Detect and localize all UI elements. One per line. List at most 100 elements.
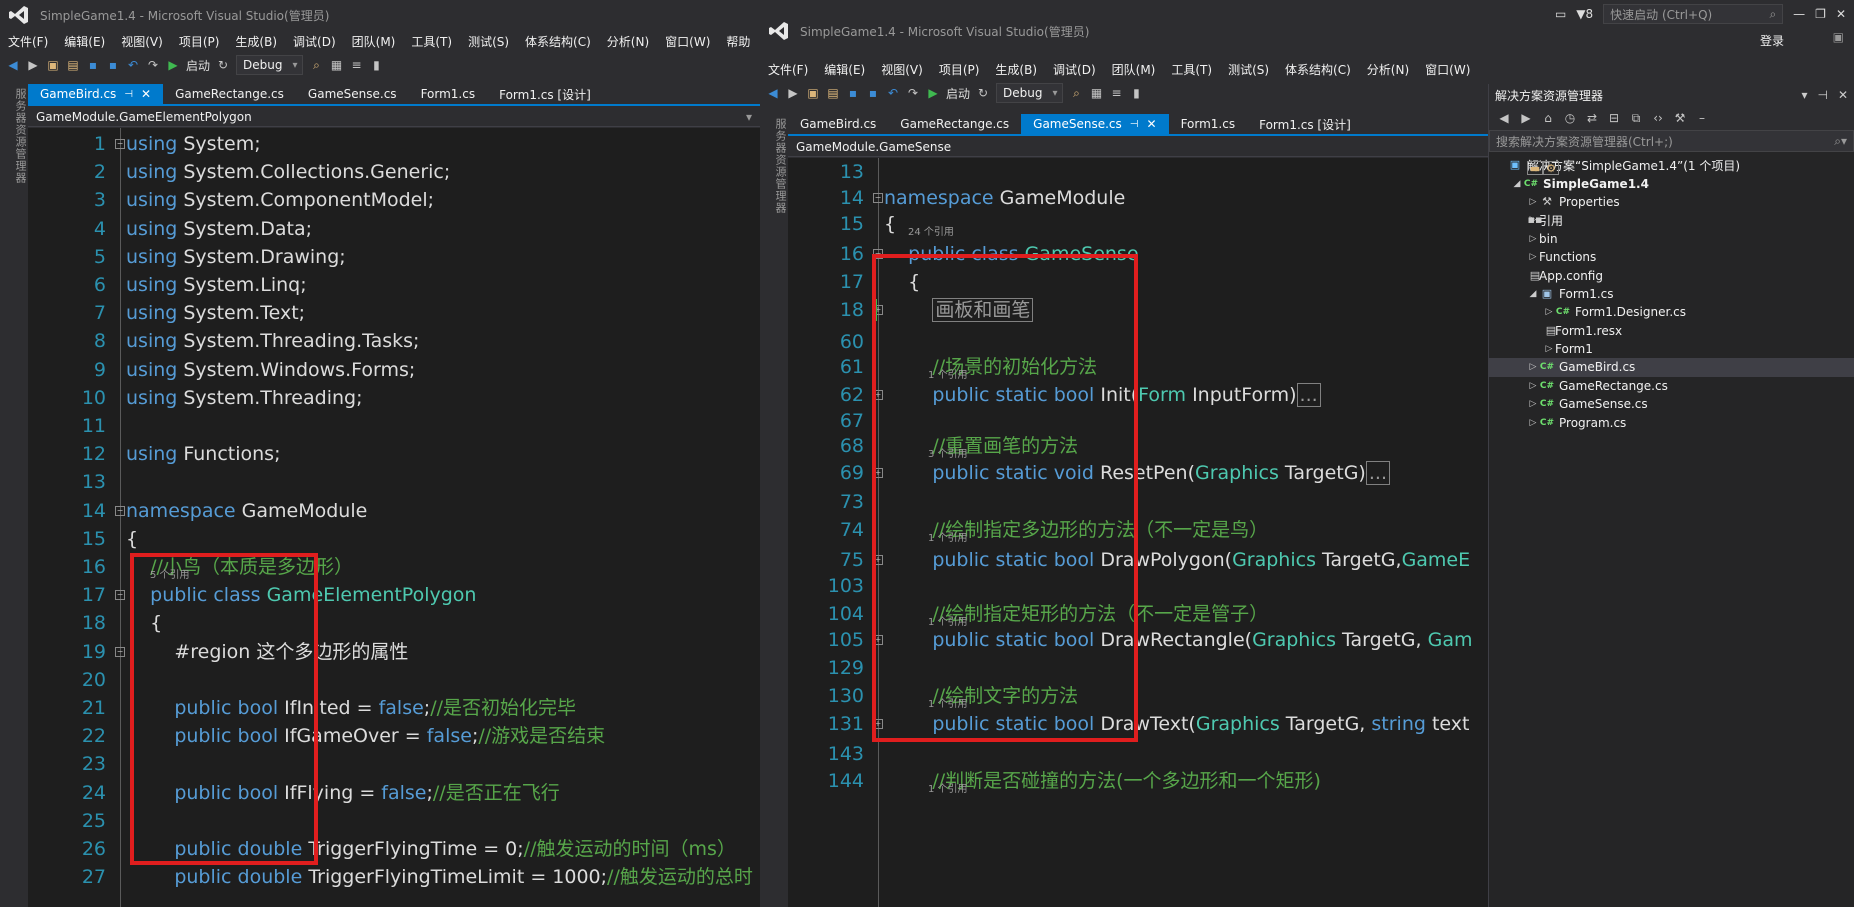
- show-all-files-icon[interactable]: ⧉: [1629, 111, 1643, 125]
- navigation-bar[interactable]: GameModule.GameSense: [788, 137, 1488, 157]
- tree-node[interactable]: ▷ C# GameRectange.cs: [1489, 377, 1854, 395]
- collapse-icon[interactable]: −: [115, 590, 125, 601]
- menu-item[interactable]: 测试(S): [460, 33, 517, 50]
- menu-item[interactable]: 工具(T): [1163, 61, 1220, 78]
- layout-icon[interactable]: ▦: [329, 58, 343, 72]
- start-icon[interactable]: ▶: [166, 58, 180, 72]
- properties-icon[interactable]: ⚒: [1673, 111, 1687, 125]
- expand-arrow-icon[interactable]: ▷: [1527, 234, 1539, 244]
- tree-node[interactable]: ▷ ⚙ Form1: [1489, 161, 1854, 358]
- tree-node[interactable]: ▷ ⚒ Properties: [1489, 193, 1854, 211]
- tab-form1-cs-[interactable]: Form1.cs [设计]: [1247, 114, 1363, 134]
- expand-arrow-icon[interactable]: ◢: [1511, 179, 1523, 189]
- save-all-icon[interactable]: ▪: [866, 86, 880, 100]
- solution-config-dropdown[interactable]: Debug: [236, 55, 304, 75]
- start-button[interactable]: 启动: [946, 85, 970, 102]
- back-icon[interactable]: ◀: [6, 58, 20, 72]
- minimize-icon[interactable]: —: [1793, 7, 1805, 21]
- menu-item[interactable]: 生成(B): [227, 33, 285, 50]
- tab-gamesense-cs[interactable]: GameSense.cs ⊣ ✕: [1021, 114, 1169, 134]
- expand-arrow-icon[interactable]: ▷: [1527, 252, 1539, 262]
- menu-item[interactable]: 项目(P): [171, 33, 228, 50]
- refresh-icon[interactable]: ↻: [976, 86, 990, 100]
- menu-item[interactable]: 团队(M): [1104, 61, 1164, 78]
- forward-icon[interactable]: ▶: [26, 58, 40, 72]
- tab-form1-cs-[interactable]: Form1.cs [设计]: [487, 84, 603, 104]
- tree-node[interactable]: ◢ ▣ Form1.cs: [1489, 285, 1854, 303]
- menu-item[interactable]: 调试(D): [1045, 61, 1104, 78]
- bookmark-icon[interactable]: ▮: [369, 58, 383, 72]
- save-icon[interactable]: ▪: [86, 58, 100, 72]
- forward-icon[interactable]: ▶: [786, 86, 800, 100]
- menu-item[interactable]: 帮助: [718, 33, 758, 50]
- menu-item[interactable]: 团队(M): [344, 33, 404, 50]
- menu-item[interactable]: 视图(V): [113, 33, 171, 50]
- comment-icon[interactable]: ≡: [1109, 86, 1123, 100]
- tree-node[interactable]: ▤ Form1.resx: [1489, 322, 1854, 340]
- menu-item[interactable]: 体系结构(C): [1277, 61, 1359, 78]
- comment-icon[interactable]: ≡: [349, 58, 363, 72]
- tab-gamerectange-cs[interactable]: GameRectange.cs: [888, 114, 1021, 134]
- open-icon[interactable]: ▤: [66, 58, 80, 72]
- menu-item[interactable]: 分析(N): [1359, 61, 1417, 78]
- tree-node[interactable]: ▷ C# GameSense.cs: [1489, 395, 1854, 413]
- undo-icon[interactable]: ↶: [126, 58, 140, 72]
- tree-node[interactable]: ▷ ▬ bin: [1489, 161, 1854, 248]
- menu-item[interactable]: 文件(F): [760, 61, 816, 78]
- expand-arrow-icon[interactable]: ▷: [1543, 344, 1555, 354]
- menu-item[interactable]: 工具(T): [403, 33, 460, 50]
- server-explorer-side-tab[interactable]: 服务器资源管理器: [0, 82, 28, 907]
- tree-node[interactable]: ◢ C# SimpleGame1.4: [1489, 174, 1854, 192]
- tab-form1-cs[interactable]: Form1.cs: [1169, 114, 1248, 134]
- tab-gamerectange-cs[interactable]: GameRectange.cs: [163, 84, 296, 104]
- tree-node[interactable]: ▷ C# GameBird.cs: [1489, 358, 1854, 377]
- menu-item[interactable]: 分析(N): [599, 33, 657, 50]
- dropdown-icon[interactable]: ▾: [1801, 88, 1807, 102]
- sync-icon[interactable]: ⇄: [1585, 111, 1599, 125]
- tree-node[interactable]: ▷ ▪▪ 引用: [1489, 211, 1854, 229]
- save-icon[interactable]: ▪: [846, 86, 860, 100]
- tab-form1-cs[interactable]: Form1.cs: [409, 84, 488, 104]
- collapse-icon[interactable]: −: [873, 193, 883, 203]
- new-project-icon[interactable]: ▣: [806, 86, 820, 100]
- feedback-icon[interactable]: ▭: [1555, 7, 1566, 21]
- new-project-icon[interactable]: ▣: [46, 58, 60, 72]
- menu-item[interactable]: 文件(F): [0, 33, 56, 50]
- start-icon[interactable]: ▶: [926, 86, 940, 100]
- tree-node[interactable]: ▷ ▬ Functions: [1489, 161, 1854, 266]
- refresh-icon[interactable]: ↻: [216, 58, 230, 72]
- menu-item[interactable]: 调试(D): [285, 33, 344, 50]
- pin-icon[interactable]: ⊣: [1130, 119, 1139, 130]
- collapse-all-icon[interactable]: ⊟: [1607, 111, 1621, 125]
- navigation-bar[interactable]: GameModule.GameElementPolygon ▾: [28, 107, 760, 127]
- forward-icon[interactable]: ▶: [1519, 111, 1533, 125]
- collapse-icon[interactable]: −: [115, 646, 125, 657]
- tab-gamebird-cs[interactable]: GameBird.cs ⊣ ✕: [28, 84, 164, 104]
- restore-icon[interactable]: ❐: [1815, 7, 1826, 21]
- find-icon[interactable]: ⌕: [309, 58, 323, 72]
- expand-arrow-icon[interactable]: ▷: [1527, 399, 1539, 409]
- layout-icon[interactable]: ▦: [1089, 86, 1103, 100]
- code-token[interactable]: ...: [1365, 461, 1390, 485]
- expand-arrow-icon[interactable]: ▷: [1543, 307, 1555, 317]
- close-panel-icon[interactable]: ✕: [1838, 88, 1848, 102]
- menu-item[interactable]: 测试(S): [1220, 61, 1277, 78]
- pin-icon[interactable]: ⊣: [1817, 88, 1827, 102]
- solution-search-input[interactable]: 搜索解决方案资源管理器(Ctrl+;) ⌕▾: [1489, 130, 1854, 152]
- expand-arrow-icon[interactable]: ▷: [1527, 197, 1539, 207]
- menu-item[interactable]: 编辑(E): [56, 33, 113, 50]
- sign-in-link[interactable]: 登录: [1760, 32, 1784, 49]
- open-icon[interactable]: ▤: [826, 86, 840, 100]
- menu-item[interactable]: 窗口(W): [657, 33, 718, 50]
- notification-icon[interactable]: ▼8: [1576, 7, 1593, 21]
- code-editor[interactable]: 1 using System; −2 using System.Collections…: [28, 128, 760, 907]
- menu-item[interactable]: 窗口(W): [1417, 61, 1478, 78]
- save-all-icon[interactable]: ▪: [106, 58, 120, 72]
- pin-icon[interactable]: ⊣: [124, 89, 133, 100]
- expand-arrow-icon[interactable]: ▷: [1527, 418, 1539, 428]
- tab-gamesense-cs[interactable]: GameSense.cs: [296, 84, 409, 104]
- codelens-references[interactable]: 24 个引用: [908, 226, 954, 240]
- quick-launch-input[interactable]: 快速启动 (Ctrl+Q) ⌕: [1603, 4, 1784, 24]
- menu-item[interactable]: 编辑(E): [816, 61, 873, 78]
- server-explorer-side-tab[interactable]: 服务器资源管理器: [760, 112, 788, 907]
